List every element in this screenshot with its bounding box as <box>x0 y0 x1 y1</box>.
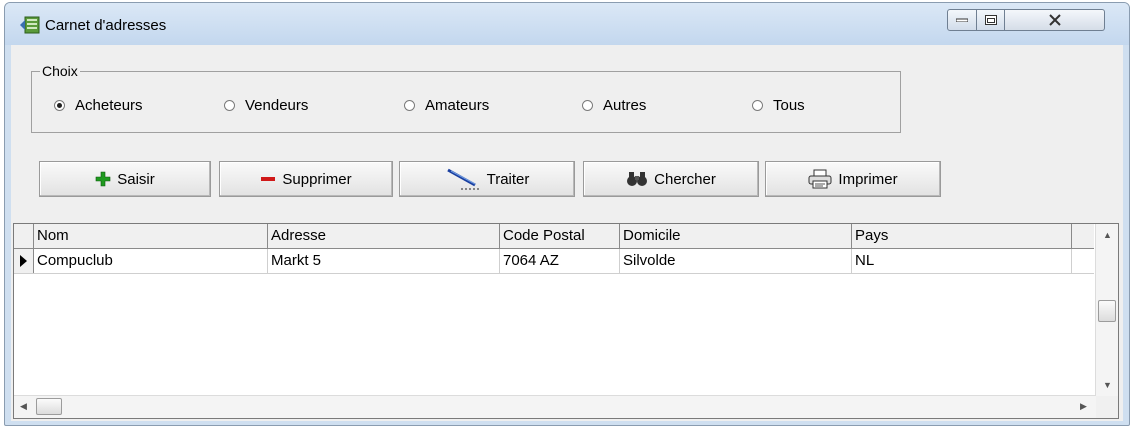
address-grid[interactable]: Nom Adresse Code Postal Domicile Pays Co… <box>13 223 1119 419</box>
column-header-domicile[interactable]: Domicile <box>620 224 852 248</box>
radio-dot[interactable] <box>752 100 763 111</box>
row-indicator <box>14 249 34 273</box>
minimize-button[interactable] <box>947 9 977 31</box>
scroll-left-icon[interactable]: ◀ <box>20 401 27 412</box>
column-header-code-postal[interactable]: Code Postal <box>500 224 620 248</box>
close-icon <box>1048 14 1061 26</box>
radio-acheteurs[interactable]: Acheteurs <box>54 97 143 114</box>
radio-label: Tous <box>773 97 805 114</box>
radio-label: Autres <box>603 97 647 114</box>
binoculars-icon <box>627 172 648 186</box>
horizontal-scroll-thumb[interactable] <box>36 398 62 415</box>
printer-icon <box>808 169 832 189</box>
maximize-icon <box>984 15 997 25</box>
vertical-scroll-thumb[interactable] <box>1098 300 1116 322</box>
radio-label: Amateurs <box>425 97 490 114</box>
table-row[interactable]: Compuclub Markt 5 7064 AZ Silvolde NL <box>14 249 1094 274</box>
title-bar[interactable]: Carnet d'adresses <box>5 3 1129 45</box>
current-row-arrow-icon <box>20 255 27 267</box>
radio-label: Acheteurs <box>75 97 143 114</box>
saisir-button[interactable]: Saisir <box>39 161 211 197</box>
traiter-label: Traiter <box>486 170 530 188</box>
radio-amateurs[interactable]: Amateurs <box>404 97 489 114</box>
column-header-pays[interactable]: Pays <box>852 224 1072 248</box>
pen-icon <box>446 168 479 190</box>
radio-label: Vendeurs <box>245 97 309 114</box>
column-header-adresse[interactable]: Adresse <box>268 224 500 248</box>
close-button[interactable] <box>1005 9 1105 31</box>
cell-nom[interactable]: Compuclub <box>34 249 268 273</box>
cell-code-postal[interactable]: 7064 AZ <box>500 249 620 273</box>
grid-header: Nom Adresse Code Postal Domicile Pays <box>14 224 1094 249</box>
cell-domicile[interactable]: Silvolde <box>620 249 852 273</box>
saisir-label: Saisir <box>117 170 155 188</box>
window-client-area: Choix Acheteurs Vendeurs Amateurs Autres… <box>11 45 1123 421</box>
address-book-icon <box>20 16 40 34</box>
scroll-up-icon[interactable]: ▲ <box>1103 230 1112 240</box>
address-book-window: Carnet d'adresses Choix Acheteurs Vendeu… <box>4 2 1130 426</box>
traiter-button[interactable]: Traiter <box>399 161 575 197</box>
maximize-button[interactable] <box>977 9 1005 31</box>
minus-icon <box>261 177 276 181</box>
imprimer-label: Imprimer <box>838 170 898 188</box>
radio-dot[interactable] <box>54 100 65 111</box>
radio-dot[interactable] <box>404 100 415 111</box>
radio-dot[interactable] <box>224 100 235 111</box>
window-title: Carnet d'adresses <box>45 17 167 34</box>
vertical-scrollbar[interactable]: ▲ ▼ <box>1095 224 1118 396</box>
chercher-button[interactable]: Chercher <box>583 161 759 197</box>
minimize-icon <box>956 18 968 22</box>
radio-dot[interactable] <box>582 100 593 111</box>
scroll-down-icon[interactable]: ▼ <box>1103 380 1112 390</box>
supprimer-button[interactable]: Supprimer <box>219 161 393 197</box>
radio-autres[interactable]: Autres <box>582 97 646 114</box>
cell-adresse[interactable]: Markt 5 <box>268 249 500 273</box>
radio-tous[interactable]: Tous <box>752 97 805 114</box>
supprimer-label: Supprimer <box>282 170 352 188</box>
chercher-label: Chercher <box>654 170 716 188</box>
scroll-right-icon[interactable]: ▶ <box>1080 401 1087 412</box>
column-header-nom[interactable]: Nom <box>34 224 268 248</box>
choix-legend: Choix <box>42 63 78 79</box>
resize-grip-icon[interactable] <box>1096 396 1118 418</box>
choix-group: Choix Acheteurs Vendeurs Amateurs Autres… <box>31 63 901 133</box>
imprimer-button[interactable]: Imprimer <box>765 161 941 197</box>
radio-vendeurs[interactable]: Vendeurs <box>224 97 308 114</box>
cell-pays[interactable]: NL <box>852 249 1072 273</box>
header-indicator-cell <box>14 224 34 248</box>
horizontal-scrollbar[interactable]: ◀ ▶ <box>14 395 1096 418</box>
plus-icon <box>95 171 111 187</box>
